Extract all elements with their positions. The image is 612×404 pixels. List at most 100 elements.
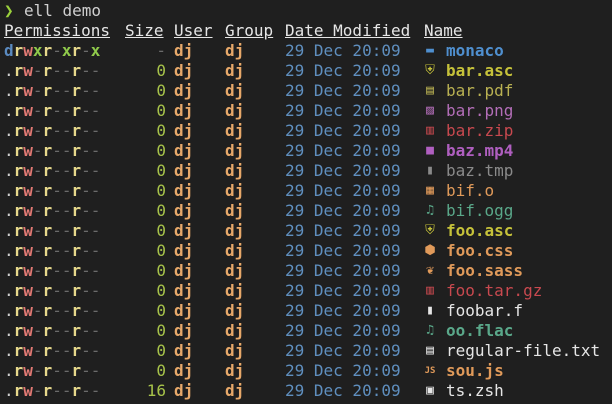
group-cell: dj (225, 301, 245, 320)
date-cell: 29 Dec 20:09 (285, 341, 401, 360)
group-cell: dj (225, 61, 245, 80)
permissions-cell: .rw-r--r-- (4, 81, 101, 100)
file-name[interactable]: foobar.f (446, 301, 523, 321)
header-permissions: Permissions (4, 21, 110, 40)
prompt-line: ❯ ell demo (0, 1, 101, 21)
permissions-cell: .rw-r--r-- (4, 161, 101, 180)
date-cell: 29 Dec 20:09 (285, 181, 401, 200)
size-cell: 0 (156, 261, 166, 280)
size-cell: 0 (156, 141, 166, 160)
permissions-cell: .rw-r--r-- (4, 141, 101, 160)
date-cell: 29 Dec 20:09 (285, 61, 401, 80)
user-cell: dj (174, 101, 194, 120)
date-cell: 29 Dec 20:09 (285, 321, 401, 340)
size-cell: 0 (156, 341, 166, 360)
permissions-cell: .rw-r--r-- (4, 181, 101, 200)
permissions-cell: .rw-r--r-- (4, 121, 101, 140)
pdf-file-icon: ▤ (426, 83, 434, 98)
header-group: Group (225, 21, 274, 40)
header-date: Date Modified (285, 21, 411, 40)
date-cell: 29 Dec 20:09 (285, 381, 401, 400)
group-cell: dj (225, 341, 245, 360)
file-name[interactable]: ts.zsh (446, 381, 504, 401)
file-name[interactable]: sou.js (446, 361, 504, 381)
group-cell: dj (225, 81, 245, 100)
date-cell: 29 Dec 20:09 (285, 101, 401, 120)
file-name[interactable]: regular-file.txt (446, 341, 600, 361)
group-cell: dj (225, 361, 245, 380)
permissions-cell: drwxr-xr-x (4, 41, 101, 60)
temp-file-icon: ▮ (426, 163, 434, 178)
size-cell: 16 (146, 381, 166, 400)
shield-icon: ⛨ (425, 63, 435, 78)
file-name[interactable]: foo.tar.gz (446, 281, 542, 301)
user-cell: dj (174, 201, 194, 220)
size-cell: 0 (156, 201, 166, 220)
size-cell: 0 (156, 221, 166, 240)
group-cell: dj (225, 41, 245, 60)
terminal-window[interactable]: ❯ ell demo Permissions Size User Group D… (0, 0, 612, 404)
permissions-cell: .rw-r--r-- (4, 101, 101, 120)
file-name[interactable]: bar.zip (446, 121, 513, 141)
permissions-cell: .rw-r--r-- (4, 301, 101, 320)
group-cell: dj (225, 161, 245, 180)
user-cell: dj (174, 261, 194, 280)
sass-file-icon: ❦ (426, 263, 434, 278)
image-file-icon: ▨ (426, 103, 434, 118)
size-cell: 0 (156, 301, 166, 320)
shield-icon: ⛨ (425, 223, 435, 238)
file-name[interactable]: bif.o (446, 181, 494, 201)
file-name[interactable]: foo.css (446, 241, 513, 261)
user-cell: dj (174, 141, 194, 160)
user-cell: dj (174, 281, 194, 300)
file-name[interactable]: baz.tmp (446, 161, 513, 181)
file-name[interactable]: bar.pdf (446, 81, 513, 101)
group-cell: dj (225, 381, 245, 400)
archive-file-icon: ▥ (426, 283, 434, 298)
file-name[interactable]: oo.flac (446, 321, 513, 341)
javascript-file-icon: JS (424, 366, 436, 376)
date-cell: 29 Dec 20:09 (285, 301, 401, 320)
archive-file-icon: ▥ (426, 123, 434, 138)
date-cell: 29 Dec 20:09 (285, 161, 401, 180)
user-cell: dj (174, 121, 194, 140)
size-cell: 0 (156, 281, 166, 300)
user-cell: dj (174, 241, 194, 260)
date-cell: 29 Dec 20:09 (285, 261, 401, 280)
group-cell: dj (225, 261, 245, 280)
group-cell: dj (225, 241, 245, 260)
size-cell: 0 (156, 61, 166, 80)
user-cell: dj (174, 81, 194, 100)
permissions-cell: .rw-r--r-- (4, 361, 101, 380)
user-cell: dj (174, 41, 194, 60)
permissions-cell: .rw-r--r-- (4, 241, 101, 260)
size-cell: - (156, 41, 166, 60)
file-name[interactable]: foo.sass (446, 261, 523, 281)
date-cell: 29 Dec 20:09 (285, 41, 401, 60)
user-cell: dj (174, 181, 194, 200)
file-name[interactable]: foo.asc (446, 221, 513, 241)
user-cell: dj (174, 381, 194, 400)
group-cell: dj (225, 141, 245, 160)
file-name[interactable]: baz.mp4 (446, 141, 513, 161)
size-cell: 0 (156, 321, 166, 340)
group-cell: dj (225, 321, 245, 340)
permissions-cell: .rw-r--r-- (4, 221, 101, 240)
audio-file-icon: ♫ (426, 203, 434, 218)
file-name[interactable]: bar.asc (446, 61, 513, 81)
group-cell: dj (225, 181, 245, 200)
date-cell: 29 Dec 20:09 (285, 201, 401, 220)
size-cell: 0 (156, 81, 166, 100)
file-name[interactable]: bar.png (446, 101, 513, 121)
file-name[interactable]: bif.ogg (446, 201, 513, 221)
css-file-icon: ⬢ (424, 243, 436, 258)
file-name[interactable]: monaco (446, 41, 504, 61)
size-cell: 0 (156, 241, 166, 260)
user-cell: dj (174, 61, 194, 80)
group-cell: dj (225, 221, 245, 240)
date-cell: 29 Dec 20:09 (285, 221, 401, 240)
user-cell: dj (174, 361, 194, 380)
date-cell: 29 Dec 20:09 (285, 141, 401, 160)
group-cell: dj (225, 101, 245, 120)
group-cell: dj (225, 201, 245, 220)
